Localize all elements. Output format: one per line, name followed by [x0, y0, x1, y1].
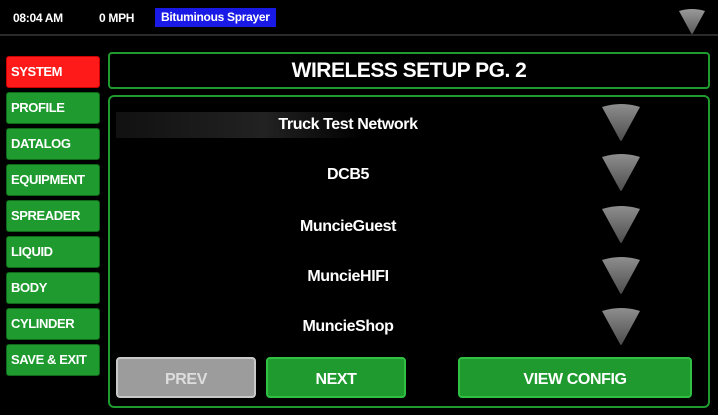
network-item-muncieguest[interactable]: MuncieGuest — [118, 213, 578, 241]
network-item-truck-test-network[interactable]: Truck Test Network — [118, 111, 578, 139]
menu-item-system[interactable]: SYSTEM — [6, 56, 100, 88]
network-item-munciehifi[interactable]: MuncieHIFI — [118, 263, 578, 291]
menu-item-label: BODY — [11, 280, 47, 295]
speed-readout: 0 MPH — [99, 11, 135, 25]
clock: 08:04 AM — [13, 11, 63, 25]
menu-item-profile[interactable]: PROFILE — [6, 92, 100, 124]
menu-item-label: LIQUID — [11, 244, 53, 259]
prev-button[interactable]: PREV — [116, 357, 256, 398]
network-item-muncieshop[interactable]: MuncieShop — [118, 313, 578, 341]
status-bar: 08:04 AM 0 MPH Bituminous Sprayer — [0, 0, 718, 34]
wifi-signal-icon[interactable] — [600, 205, 642, 245]
menu-item-cylinder[interactable]: CYLINDER — [6, 308, 100, 340]
network-item-dcb5[interactable]: DCB5 — [118, 161, 578, 189]
menu-item-label: DATALOG — [11, 136, 71, 151]
menu-item-equipment[interactable]: EQUIPMENT — [6, 164, 100, 196]
menu-item-label: SAVE & EXIT — [11, 352, 87, 367]
mode-badge: Bituminous Sprayer — [155, 8, 276, 27]
menu-item-body[interactable]: BODY — [6, 272, 100, 304]
next-button[interactable]: NEXT — [266, 357, 406, 398]
wifi-signal-icon[interactable] — [600, 103, 642, 143]
menu-item-datalog[interactable]: DATALOG — [6, 128, 100, 160]
page-title: WIRELESS SETUP PG. 2 — [108, 52, 710, 89]
menu-item-label: PROFILE — [11, 100, 65, 115]
menu-item-label: SPREADER — [11, 208, 81, 223]
menu-item-save-exit[interactable]: SAVE & EXIT — [6, 344, 100, 376]
wifi-signal-icon[interactable] — [600, 256, 642, 296]
status-divider — [0, 34, 718, 36]
wifi-signal-icon[interactable] — [600, 153, 642, 193]
view-config-button[interactable]: VIEW CONFIG — [458, 357, 692, 398]
wifi-signal-icon[interactable] — [600, 307, 642, 347]
menu-item-label: EQUIPMENT — [11, 172, 85, 187]
menu-item-liquid[interactable]: LIQUID — [6, 236, 100, 268]
menu-item-spreader[interactable]: SPREADER — [6, 200, 100, 232]
menu-item-label: CYLINDER — [11, 316, 75, 331]
menu-item-label: SYSTEM — [11, 64, 63, 79]
wifi-signal-icon — [679, 9, 705, 34]
